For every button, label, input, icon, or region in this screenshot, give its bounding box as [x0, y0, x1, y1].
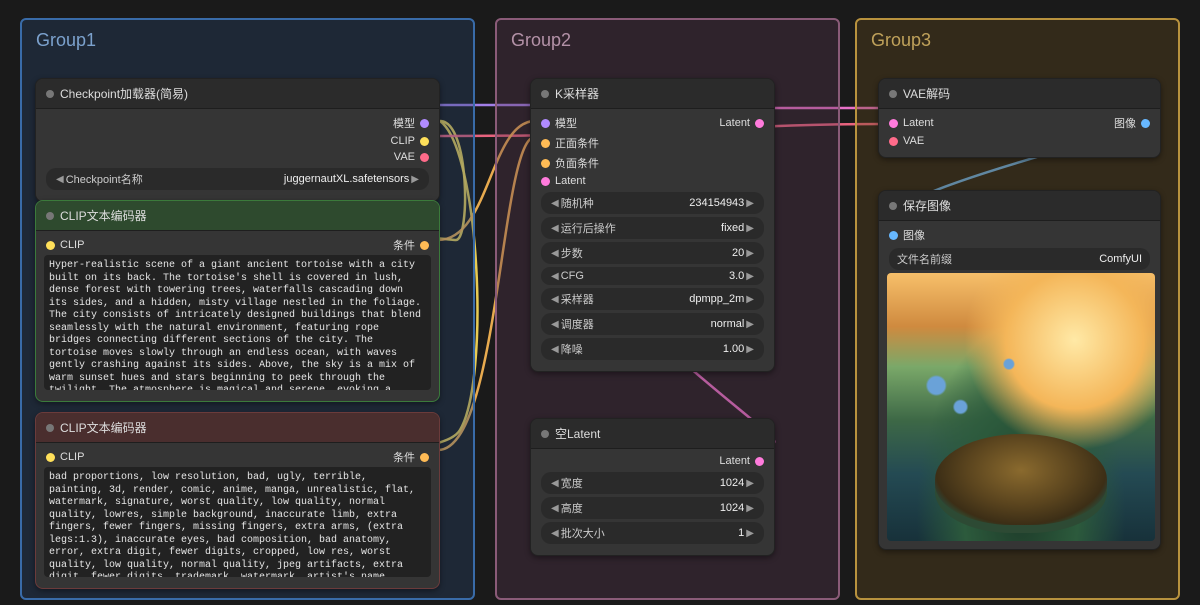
node-header[interactable]: K采样器: [531, 79, 774, 109]
scheduler-widget[interactable]: ◀调度器normal▶: [541, 313, 764, 335]
collapse-dot-icon[interactable]: [46, 212, 54, 220]
width-widget[interactable]: ◀宽度1024▶: [541, 472, 764, 494]
image-input-port[interactable]: [889, 231, 898, 240]
clip-input-port[interactable]: [46, 453, 55, 462]
group1-title: Group1: [28, 26, 467, 55]
conditioning-output-port[interactable]: [420, 453, 429, 462]
node-title: K采样器: [555, 85, 599, 102]
clip-text-encode-positive-node[interactable]: CLIP文本编码器 CLIP 条件: [35, 200, 440, 402]
node-header[interactable]: Checkpoint加载器(简易): [36, 79, 439, 109]
port-label: 模型: [393, 115, 415, 131]
negative-input-port[interactable]: [541, 159, 550, 168]
node-header[interactable]: 保存图像: [879, 191, 1160, 221]
checkpoint-loader-node[interactable]: Checkpoint加载器(简易) 模型 CLIP VAE ◀ Checkpoi…: [35, 78, 440, 202]
latent-input-port[interactable]: [889, 119, 898, 128]
collapse-dot-icon[interactable]: [889, 202, 897, 210]
latent-output-port[interactable]: [755, 119, 764, 128]
chevron-right-icon[interactable]: ▶: [409, 174, 421, 185]
latent-input-port[interactable]: [541, 177, 550, 186]
negative-prompt-input[interactable]: [44, 467, 431, 577]
collapse-dot-icon[interactable]: [541, 90, 549, 98]
filename-prefix-widget[interactable]: 文件名前缀ComfyUI: [889, 248, 1150, 270]
port-label: 条件: [393, 237, 415, 253]
port-label: CLIP: [60, 239, 84, 251]
node-header[interactable]: 空Latent: [531, 419, 774, 449]
node-title: 保存图像: [903, 197, 951, 214]
collapse-dot-icon[interactable]: [46, 90, 54, 98]
control-widget[interactable]: ◀运行后操作fixed▶: [541, 217, 764, 239]
height-widget[interactable]: ◀高度1024▶: [541, 497, 764, 519]
clip-input-port[interactable]: [46, 241, 55, 250]
conditioning-output-port[interactable]: [420, 241, 429, 250]
port-label: CLIP: [391, 135, 415, 147]
steps-widget[interactable]: ◀步数20▶: [541, 242, 764, 264]
sampler-widget[interactable]: ◀采样器dpmpp_2m▶: [541, 288, 764, 310]
seed-widget[interactable]: ◀随机种234154943▶: [541, 192, 764, 214]
empty-latent-node[interactable]: 空Latent Latent ◀宽度1024▶ ◀高度1024▶ ◀批次大小1▶: [530, 418, 775, 556]
node-title: Checkpoint加载器(简易): [60, 85, 188, 102]
vae-decode-node[interactable]: VAE解码 Latent 图像 VAE: [878, 78, 1161, 158]
save-image-node[interactable]: 保存图像 图像 文件名前缀ComfyUI: [878, 190, 1161, 550]
clip-text-encode-negative-node[interactable]: CLIP文本编码器 CLIP 条件: [35, 412, 440, 589]
node-title: VAE解码: [903, 85, 950, 102]
node-title: CLIP文本编码器: [60, 419, 147, 436]
collapse-dot-icon[interactable]: [541, 430, 549, 438]
generated-image-preview[interactable]: [887, 273, 1155, 541]
node-header[interactable]: VAE解码: [879, 79, 1160, 109]
node-title: CLIP文本编码器: [60, 207, 147, 224]
port-label: 条件: [393, 449, 415, 465]
node-title: 空Latent: [555, 425, 600, 442]
ksampler-node[interactable]: K采样器 模型 Latent 正面条件 负面条件 Latent ◀随机种2341…: [530, 78, 775, 372]
model-input-port[interactable]: [541, 119, 550, 128]
clip-output-port[interactable]: [420, 137, 429, 146]
chevron-left-icon[interactable]: ◀: [54, 174, 66, 185]
node-header[interactable]: CLIP文本编码器: [36, 413, 439, 443]
port-label: VAE: [394, 151, 415, 163]
port-label: CLIP: [60, 451, 84, 463]
collapse-dot-icon[interactable]: [889, 90, 897, 98]
denoise-widget[interactable]: ◀降噪1.00▶: [541, 338, 764, 360]
collapse-dot-icon[interactable]: [46, 424, 54, 432]
model-output-port[interactable]: [420, 119, 429, 128]
positive-input-port[interactable]: [541, 139, 550, 148]
latent-output-port[interactable]: [755, 457, 764, 466]
vae-input-port[interactable]: [889, 137, 898, 146]
node-header[interactable]: CLIP文本编码器: [36, 201, 439, 231]
image-output-port[interactable]: [1141, 119, 1150, 128]
batch-widget[interactable]: ◀批次大小1▶: [541, 522, 764, 544]
positive-prompt-input[interactable]: [44, 255, 431, 390]
checkpoint-name-widget[interactable]: ◀ Checkpoint名称 juggernautXL.safetensors …: [46, 168, 429, 190]
cfg-widget[interactable]: ◀CFG3.0▶: [541, 267, 764, 285]
vae-output-port[interactable]: [420, 153, 429, 162]
group3-title: Group3: [863, 26, 1172, 55]
group2-title: Group2: [503, 26, 832, 55]
